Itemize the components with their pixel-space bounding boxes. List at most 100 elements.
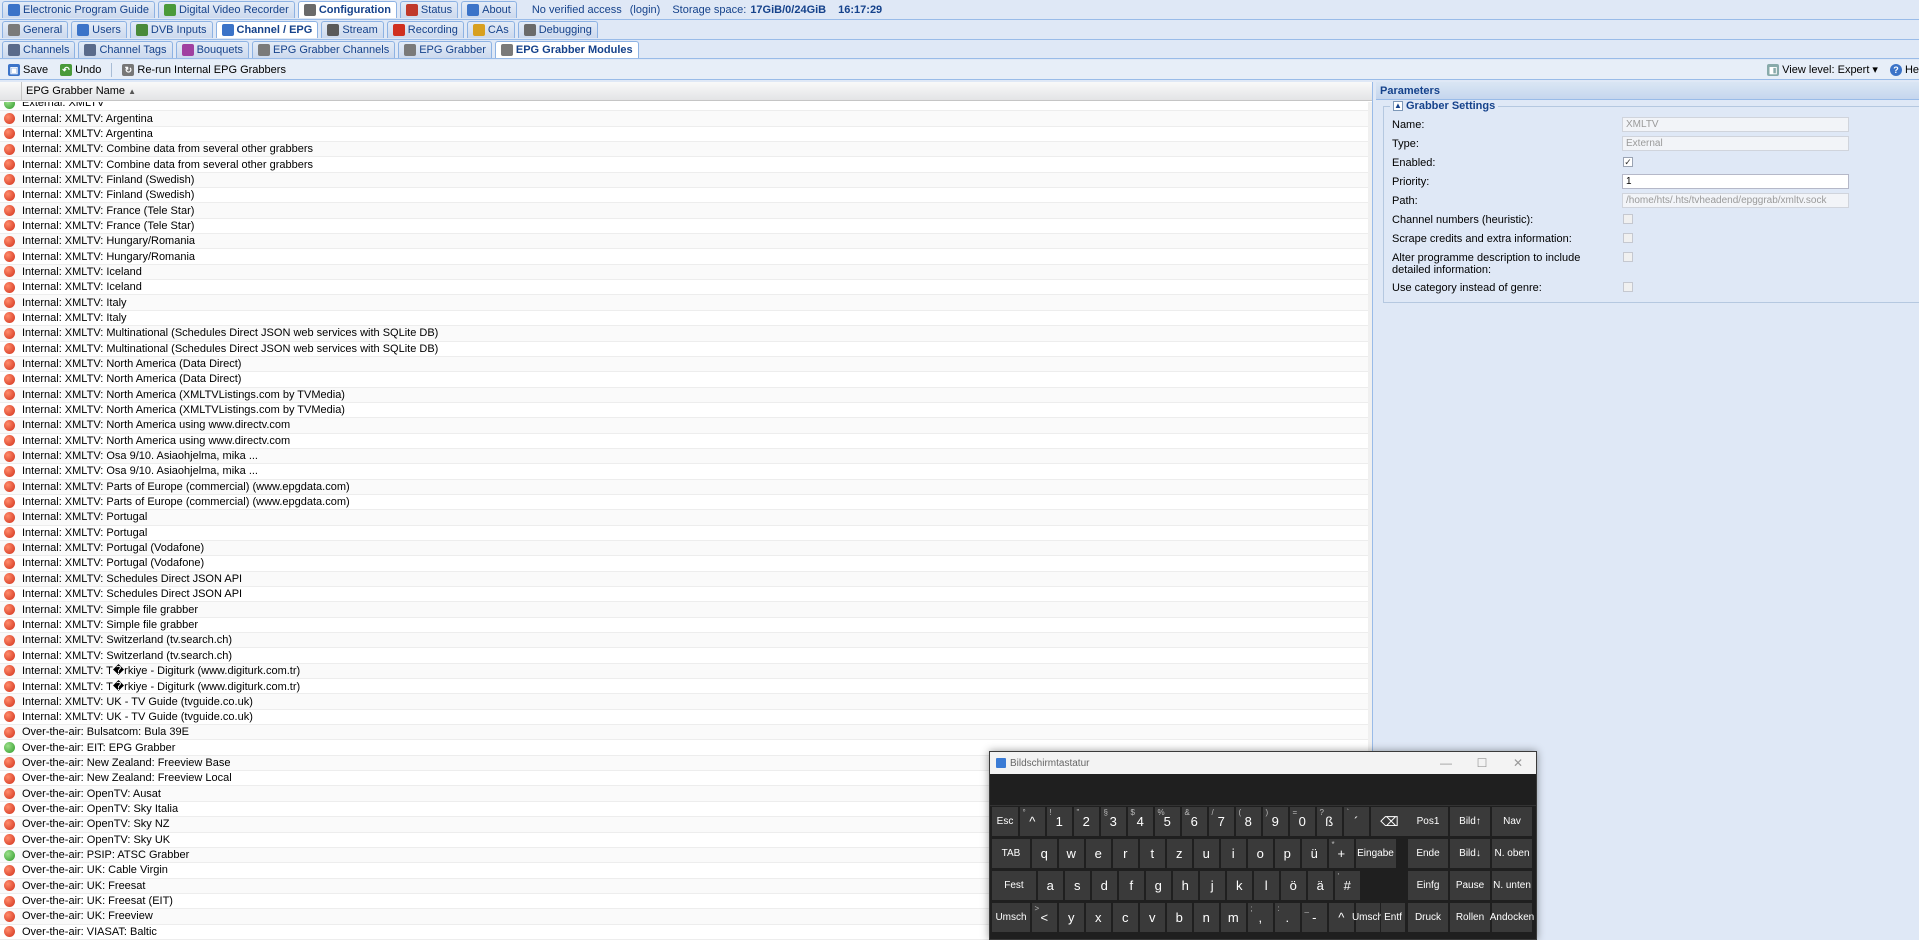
table-row[interactable]: Internal: XMLTV: Switzerland (tv.search.… xyxy=(0,633,1372,649)
help-button[interactable]: ? He xyxy=(1884,63,1919,76)
save-button[interactable]: ▣ Save xyxy=(2,63,54,76)
table-row[interactable]: Internal: XMLTV: Simple file grabber xyxy=(0,618,1372,634)
osk-key[interactable]: 6 & xyxy=(1181,807,1207,836)
osk-key[interactable]: Andocken xyxy=(1490,903,1534,932)
table-row[interactable]: Internal: XMLTV: UK - TV Guide (tvguide.… xyxy=(0,694,1372,710)
osk-key[interactable]: ö xyxy=(1280,871,1306,900)
rerun-grabbers-button[interactable]: ↻ Re-run Internal EPG Grabbers xyxy=(116,63,292,76)
osk-key[interactable]: Pause xyxy=(1450,871,1490,900)
table-row[interactable]: Internal: XMLTV: Switzerland (tv.search.… xyxy=(0,648,1372,664)
osk-key[interactable]: x xyxy=(1085,903,1111,932)
osk-key[interactable]: N. unten xyxy=(1492,871,1532,900)
tab-epg-grabber-modules[interactable]: EPG Grabber Modules xyxy=(494,40,639,58)
table-row[interactable]: Internal: XMLTV: Hungary/Romania xyxy=(0,249,1372,265)
osk-key[interactable]: 2 " xyxy=(1073,807,1099,836)
tab-recording[interactable]: Recording xyxy=(386,21,464,38)
collapse-icon[interactable]: ▲ xyxy=(1393,101,1403,111)
channel-numbers-checkbox[interactable] xyxy=(1623,214,1633,224)
tab-channel-epg[interactable]: Channel / EPG xyxy=(215,21,319,38)
table-row[interactable]: Internal: XMLTV: North America (XMLTVLis… xyxy=(0,403,1372,419)
osk-key[interactable]: ⌫ xyxy=(1370,807,1409,836)
osk-key[interactable]: Umsch xyxy=(992,903,1030,932)
tab-bouquets[interactable]: Bouquets xyxy=(175,40,250,58)
table-row[interactable]: Internal: XMLTV: North America using www… xyxy=(0,434,1372,449)
table-row[interactable]: Internal: XMLTV: Multinational (Schedule… xyxy=(0,326,1372,342)
tab-status[interactable]: Status xyxy=(399,1,459,18)
enabled-checkbox[interactable]: ✓ xyxy=(1623,157,1633,167)
name-field[interactable]: XMLTV xyxy=(1622,117,1849,132)
table-row[interactable]: Over-the-air: Bulsatcom: Bula 39E xyxy=(0,725,1372,741)
table-row[interactable]: Internal: XMLTV: Argentina xyxy=(0,127,1372,143)
table-row[interactable]: Internal: XMLTV: Hungary/Romania xyxy=(0,234,1372,250)
osk-key[interactable]: 5% xyxy=(1154,807,1180,836)
osk-key[interactable]: Fest xyxy=(992,871,1036,900)
table-row[interactable]: Internal: XMLTV: Combine data from sever… xyxy=(0,157,1372,173)
osk-key[interactable]: Eingabe xyxy=(1355,839,1396,868)
osk-key[interactable]: N. oben xyxy=(1492,839,1532,868)
table-row[interactable]: Internal: XMLTV: Iceland xyxy=(0,264,1372,281)
osk-key[interactable]: Bild↓ xyxy=(1450,839,1490,868)
osk-key[interactable]: d xyxy=(1091,871,1117,900)
priority-field[interactable]: 1 xyxy=(1622,174,1849,189)
table-row[interactable]: Internal: XMLTV: Schedules Direct JSON A… xyxy=(0,587,1372,603)
osk-key[interactable]: 8( xyxy=(1235,807,1261,836)
tab-electronic-program-guide[interactable]: Electronic Program Guide xyxy=(2,1,155,18)
tab-dvb-inputs[interactable]: DVB Inputs xyxy=(129,21,213,38)
osk-key[interactable]: ^ ° xyxy=(1019,807,1045,836)
osk-key[interactable]: k xyxy=(1226,871,1252,900)
osk-key[interactable]: 3 § xyxy=(1100,807,1126,836)
osk-key[interactable]: TAB xyxy=(992,839,1030,868)
osk-key[interactable]: ü xyxy=(1301,839,1327,868)
table-row[interactable]: Internal: XMLTV: T�rkiye - Digiturk (www… xyxy=(0,663,1372,680)
osk-key[interactable]: l xyxy=(1253,871,1279,900)
osk-key[interactable]: c xyxy=(1112,903,1138,932)
type-field[interactable]: External xyxy=(1622,136,1849,151)
osk-key[interactable]: e xyxy=(1085,839,1111,868)
osk-key[interactable]: - _ xyxy=(1301,903,1327,932)
osk-key[interactable]: 1! xyxy=(1046,807,1072,836)
table-row[interactable]: Internal: XMLTV: North America using www… xyxy=(0,418,1372,434)
table-row[interactable]: Internal: XMLTV: Parts of Europe (commer… xyxy=(0,479,1372,495)
osk-key[interactable]: z xyxy=(1166,839,1192,868)
osk-titlebar[interactable]: Bildschirmtastatur — ☐ ✕ xyxy=(990,752,1536,774)
table-row[interactable]: Internal: XMLTV: Argentina xyxy=(0,111,1372,127)
osk-key[interactable]: s xyxy=(1064,871,1090,900)
table-row[interactable]: Internal: XMLTV: Portugal xyxy=(0,526,1372,541)
osk-key[interactable]: ä xyxy=(1307,871,1333,900)
osk-key[interactable]: Pos1 xyxy=(1408,807,1448,836)
osk-key[interactable]: t xyxy=(1139,839,1165,868)
table-row[interactable]: Internal: XMLTV: Multinational (Schedule… xyxy=(0,342,1372,357)
table-row[interactable]: Internal: XMLTV: T�rkiye - Digiturk (www… xyxy=(0,679,1372,695)
table-row[interactable]: Internal: XMLTV: UK - TV Guide (tvguide.… xyxy=(0,710,1372,726)
osk-key[interactable]: w xyxy=(1058,839,1084,868)
table-row[interactable]: Internal: XMLTV: Schedules Direct JSON A… xyxy=(0,571,1372,587)
tab-epg-grabber[interactable]: EPG Grabber xyxy=(398,40,492,58)
osk-key[interactable]: Rollen xyxy=(1450,903,1490,932)
osk-key[interactable]: o xyxy=(1247,839,1273,868)
table-row[interactable]: Internal: XMLTV: Finland (Swedish) xyxy=(0,188,1372,204)
name-column-header[interactable]: EPG Grabber Name ▲ xyxy=(22,85,136,97)
tab-users[interactable]: Users xyxy=(71,21,127,38)
tab-channels[interactable]: Channels xyxy=(2,40,76,58)
table-row[interactable]: Internal: XMLTV: Osa 9/10. Asiaohjelma, … xyxy=(0,464,1372,480)
osk-key[interactable]: i xyxy=(1220,839,1246,868)
tab-cas[interactable]: CAs xyxy=(466,21,515,38)
table-row[interactable]: Internal: XMLTV: Italy xyxy=(0,311,1372,327)
undo-button[interactable]: ↶ Undo xyxy=(54,63,107,76)
osk-key[interactable]: Druck xyxy=(1408,903,1448,932)
table-row[interactable]: Internal: XMLTV: Iceland xyxy=(0,280,1372,296)
maximize-icon[interactable]: ☐ xyxy=(1464,752,1500,774)
osk-key[interactable]: b xyxy=(1166,903,1192,932)
osk-key[interactable]: Ende xyxy=(1408,839,1448,868)
osk-key[interactable]: Entf xyxy=(1381,903,1405,932)
osk-key[interactable]: < > xyxy=(1031,903,1057,932)
osk-key[interactable]: 0 = xyxy=(1289,807,1315,836)
tab-about[interactable]: About xyxy=(461,1,517,18)
osk-key[interactable]: Esc xyxy=(992,807,1018,836)
osk-key[interactable]: r xyxy=(1112,839,1138,868)
osk-key[interactable]: Nav xyxy=(1492,807,1532,836)
scrape-credits-checkbox[interactable] xyxy=(1623,233,1633,243)
osk-key[interactable]: ,; xyxy=(1247,903,1273,932)
table-row[interactable]: External: XMLTV xyxy=(0,102,1372,112)
table-row[interactable]: Internal: XMLTV: Italy xyxy=(0,295,1372,311)
